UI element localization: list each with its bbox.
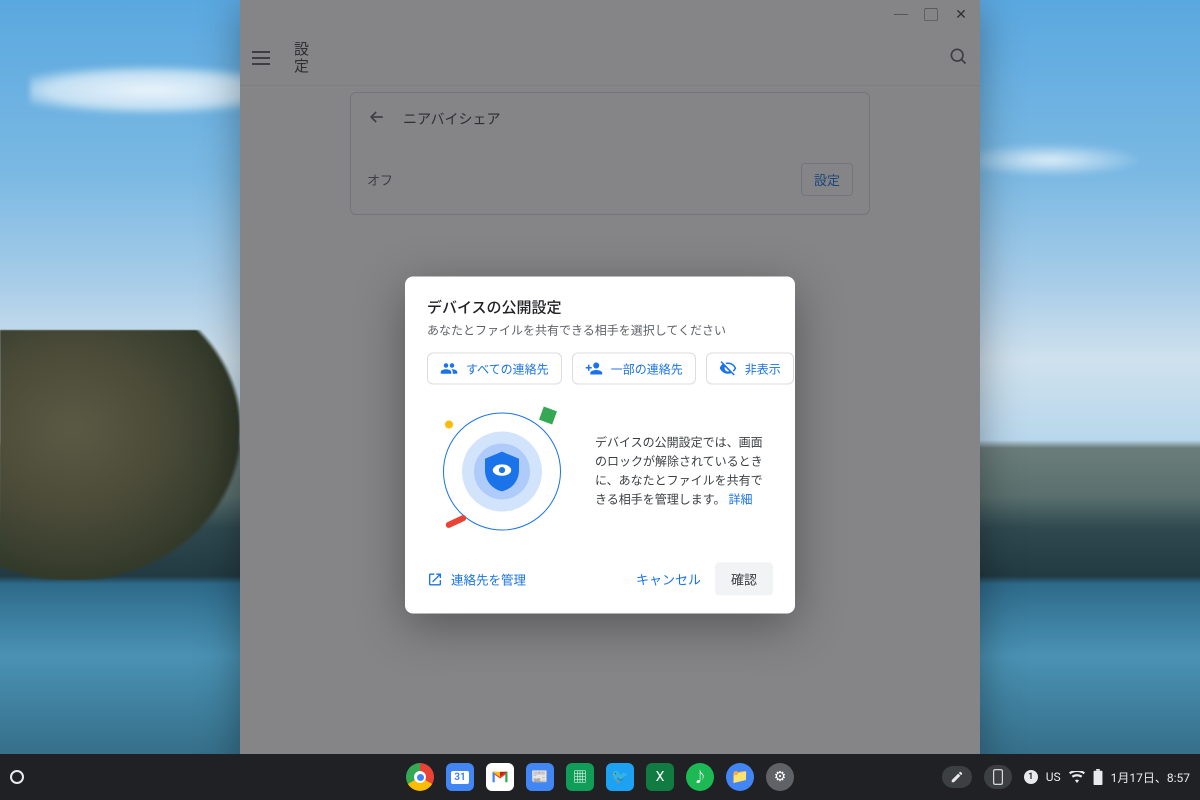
- stylus-button[interactable]: [942, 766, 972, 788]
- decoration-dot: [445, 421, 453, 429]
- visibility-options: すべての連絡先 一部の連絡先 非表示: [427, 353, 773, 385]
- shelf-apps: 31 📰 ▦ 🐦 X ♪ 📁 ⚙: [406, 763, 794, 791]
- wifi-icon: [1069, 771, 1085, 783]
- phone-hub-button[interactable]: [984, 765, 1012, 789]
- settings-icon[interactable]: ⚙: [766, 763, 794, 791]
- open-in-new-icon: [427, 571, 443, 587]
- launcher-button[interactable]: [10, 770, 24, 784]
- manage-contacts-link[interactable]: 連絡先を管理: [427, 570, 526, 589]
- dialog-subtitle: あなたとファイルを共有できる相手を選択してください: [427, 322, 773, 339]
- decoration-bar: [445, 514, 467, 529]
- spotify-icon[interactable]: ♪: [686, 763, 714, 791]
- shield-eye-icon: [485, 452, 519, 492]
- decoration-square: [539, 407, 557, 425]
- chip-all-contacts[interactable]: すべての連絡先: [427, 353, 562, 385]
- twitter-icon[interactable]: 🐦: [606, 763, 634, 791]
- visibility-dialog: デバイスの公開設定 あなたとファイルを共有できる相手を選択してください すべての…: [405, 277, 795, 614]
- shelf: 31 📰 ▦ 🐦 X ♪ 📁 ⚙ 1 US 1月17日、8:57: [0, 754, 1200, 800]
- dialog-description: デバイスの公開設定では、画面のロックが解除されているときに、あなたとファイルを共…: [595, 433, 773, 510]
- datetime: 1月17日、8:57: [1111, 769, 1190, 786]
- calendar-icon[interactable]: 31: [446, 763, 474, 791]
- chip-hidden[interactable]: 非表示: [706, 353, 794, 385]
- battery-icon: [1093, 769, 1103, 785]
- cancel-button[interactable]: キャンセル: [622, 563, 715, 596]
- excel-icon[interactable]: X: [646, 763, 674, 791]
- person-add-icon: [585, 360, 603, 378]
- chip-label: 一部の連絡先: [611, 360, 683, 377]
- status-tray[interactable]: 1 US 1月17日、8:57: [1024, 769, 1190, 786]
- chrome-icon[interactable]: [406, 763, 434, 791]
- ime-lang: US: [1046, 770, 1061, 784]
- people-icon: [440, 360, 458, 378]
- dialog-actions: 連絡先を管理 キャンセル 確認: [427, 563, 773, 596]
- manage-contacts-label: 連絡先を管理: [451, 570, 526, 589]
- learn-more-link[interactable]: 詳細: [729, 493, 753, 507]
- visibility-off-icon: [719, 360, 737, 378]
- chip-some-contacts[interactable]: 一部の連絡先: [572, 353, 696, 385]
- dialog-body: デバイスの公開設定では、画面のロックが解除されているときに、あなたとファイルを共…: [427, 407, 773, 537]
- confirm-button[interactable]: 確認: [715, 563, 773, 596]
- desktop-wallpaper: ─ ▢ ✕ 設定 ニアバイシェア オフ 設定: [0, 0, 1200, 800]
- files-icon[interactable]: 📁: [726, 763, 754, 791]
- dialog-title: デバイスの公開設定: [427, 297, 773, 318]
- ime-badge: 1: [1024, 770, 1038, 784]
- chip-label: 非表示: [745, 360, 781, 377]
- chip-label: すべての連絡先: [466, 360, 549, 377]
- wallpaper-hill: [0, 330, 240, 580]
- news-icon[interactable]: 📰: [526, 763, 554, 791]
- gmail-icon[interactable]: [486, 763, 514, 791]
- sheets-icon[interactable]: ▦: [566, 763, 594, 791]
- visibility-illustration: [427, 407, 577, 537]
